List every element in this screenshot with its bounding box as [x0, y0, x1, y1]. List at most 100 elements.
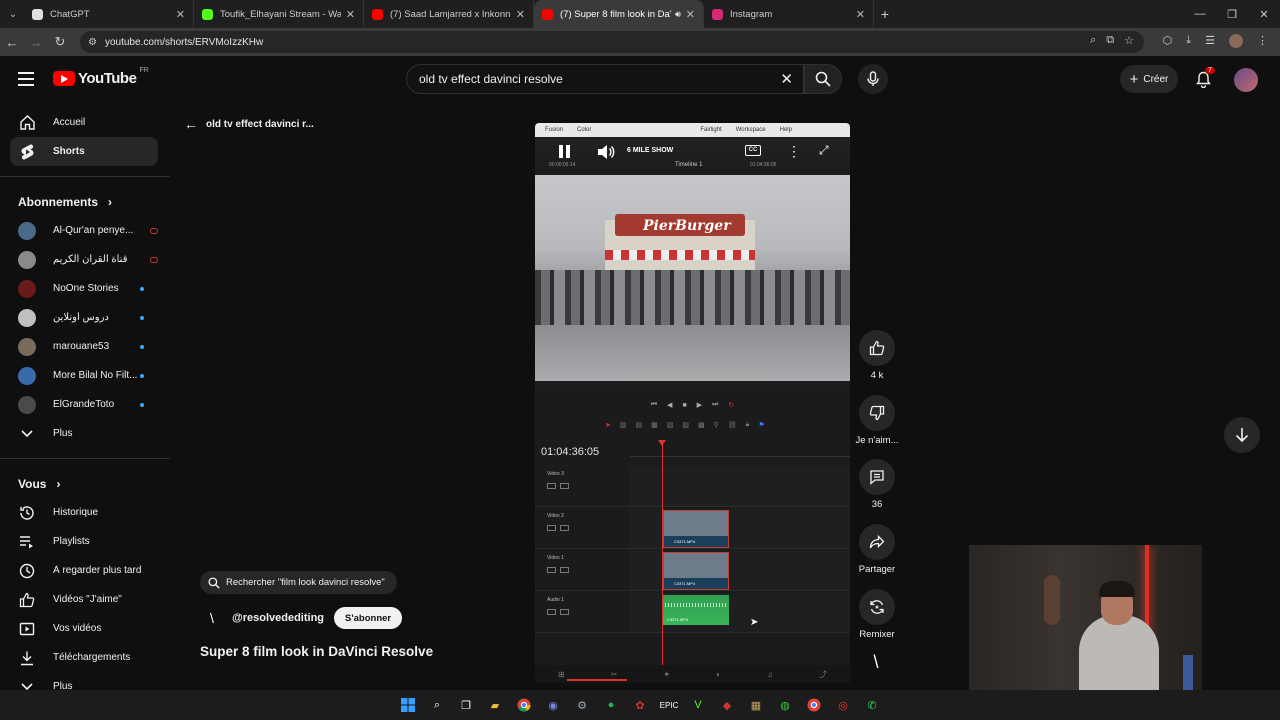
track-name: Video 1 — [547, 555, 564, 561]
back-to-search-button[interactable]: ← old tv effect davinci r... — [184, 116, 314, 132]
channel-avatar-small[interactable]: \ — [858, 652, 894, 680]
profile-avatar[interactable] — [1229, 34, 1243, 48]
reading-list-icon[interactable]: ☰ — [1205, 34, 1215, 48]
taskbar-search-icon[interactable]: ⌕ — [427, 695, 447, 715]
zoom-icon[interactable]: ⌕ — [1090, 34, 1096, 47]
sidebar-item-you-4[interactable]: Vos vidéos — [10, 614, 158, 643]
sidebar-item-sub-0[interactable]: Al-Qur'an penye... — [10, 216, 158, 245]
epic-games-icon[interactable]: EPIC — [659, 695, 679, 715]
track-name: Video 3 — [547, 471, 564, 477]
menu-icon[interactable] — [18, 72, 34, 90]
account-avatar[interactable] — [1234, 68, 1258, 92]
windows-start-icon[interactable] — [398, 695, 418, 715]
davinci-resolve-icon[interactable]: ✿ — [630, 695, 650, 715]
search-button[interactable] — [804, 64, 842, 94]
restore-icon[interactable]: ❐ — [1216, 8, 1248, 21]
tab-search-icon[interactable]: ⌄ — [6, 7, 20, 21]
minimize-icon[interactable]: — — [1184, 8, 1216, 20]
subscribe-button[interactable]: S'abonner — [334, 607, 403, 629]
discord-icon[interactable]: ◉ — [543, 695, 563, 715]
comments-button[interactable]: 36 — [850, 459, 904, 510]
sidebar-item-you-0[interactable]: Historique — [10, 498, 158, 527]
search-icon — [208, 576, 220, 589]
watch-later-icon — [18, 562, 36, 580]
share-button[interactable]: Partager — [850, 524, 904, 575]
extensions-icon[interactable]: ⬡ — [1163, 34, 1173, 48]
back-icon[interactable]: ← — [0, 35, 24, 50]
close-window-icon[interactable]: ✕ — [1248, 8, 1280, 21]
tab-audio-icon[interactable]: 🔊︎ — [675, 9, 681, 20]
browser-tab[interactable]: (7) Saad Lamjarred x Inkonnu x ✕ — [364, 0, 534, 28]
sidebar-more-subscriptions[interactable]: Plus — [10, 419, 158, 448]
subscriptions-heading[interactable]: Abonnements › — [0, 187, 170, 216]
browser-tab[interactable]: Toufik_Elhayani Stream - Watch ✕ — [194, 0, 364, 28]
task-view-icon[interactable]: ❐ — [456, 695, 476, 715]
video-title[interactable]: Super 8 film look in DaVinci Resolve — [200, 644, 433, 659]
new-tab-button[interactable]: + — [874, 6, 896, 22]
reload-icon[interactable]: ↻ — [48, 34, 72, 50]
sidebar-item-sub-6[interactable]: ElGrandeToto — [10, 390, 158, 419]
app-red-icon[interactable]: ◆ — [717, 695, 737, 715]
sidebar-item-label: دروس أونلاين — [53, 312, 109, 323]
sidebar-item-sub-2[interactable]: NoOne Stories — [10, 274, 158, 303]
app-notify-icon[interactable]: ◎ — [833, 695, 853, 715]
close-tab-icon[interactable]: ✕ — [516, 8, 525, 21]
clear-search-icon[interactable]: ✕ — [780, 70, 793, 88]
sidebar-item-sub-4[interactable]: marouane53 — [10, 332, 158, 361]
shorts-video-player[interactable]: Fusion Color Fairlight Workspace Help 6 … — [535, 123, 850, 683]
search-suggestion-chip[interactable]: Rechercher "film look davinci resolve" — [200, 571, 397, 594]
browser-tab[interactable]: (7) Super 8 film look in DaVi 🔊︎ ✕ — [534, 0, 704, 28]
app-green-icon[interactable]: ◍ — [775, 695, 795, 715]
app-image-icon[interactable]: ▦ — [746, 695, 766, 715]
dv-menu-item: Help — [779, 127, 792, 133]
sidebar-item-sub-3[interactable]: دروس أونلاين — [10, 303, 158, 332]
captions-icon[interactable]: CC — [745, 145, 761, 156]
channel-name[interactable]: @resolvedediting — [232, 612, 324, 624]
sidebar-item-you-5[interactable]: Téléchargements — [10, 643, 158, 672]
search-input[interactable]: old tv effect davinci resolve ✕ — [406, 64, 804, 94]
channel-avatar[interactable]: \ — [200, 606, 224, 630]
forward-icon[interactable]: → — [24, 35, 48, 50]
volume-icon[interactable] — [597, 144, 615, 160]
next-short-button[interactable] — [1224, 417, 1260, 453]
bookmark-star-icon[interactable]: ☆ — [1124, 34, 1134, 47]
sidebar-item-sub-1[interactable]: قناة القرآن الكريم — [10, 245, 158, 274]
sidebar-item-you-3[interactable]: Vidéos "J'aime" — [10, 585, 158, 614]
spotify-icon[interactable]: ● — [601, 695, 621, 715]
sidebar-item-sub-5[interactable]: More Bilal No Filt... — [10, 361, 158, 390]
create-button[interactable]: + Créer — [1120, 65, 1178, 93]
browser-tab[interactable]: ChatGPT ✕ — [24, 0, 194, 28]
more-options-icon[interactable]: ⋮ — [787, 143, 801, 160]
close-tab-icon[interactable]: ✕ — [176, 8, 185, 21]
sidebar-item-you-2[interactable]: À regarder plus tard — [10, 556, 158, 585]
fullscreen-icon[interactable]: ⤢ — [819, 143, 829, 158]
close-tab-icon[interactable]: ✕ — [856, 8, 865, 21]
sidebar-item-top-1[interactable]: Shorts — [10, 137, 158, 166]
close-tab-icon[interactable]: ✕ — [346, 8, 355, 21]
notifications-bell-icon[interactable] — [1196, 71, 1211, 93]
browser-menu-icon[interactable]: ⋮ — [1257, 34, 1268, 48]
steam-icon[interactable]: ⚙ — [572, 695, 592, 715]
pause-icon[interactable] — [559, 145, 571, 158]
close-tab-icon[interactable]: ✕ — [686, 8, 695, 21]
downloads-toolbar-icon[interactable]: ⤓ — [1186, 34, 1191, 48]
chrome-active-icon[interactable] — [804, 695, 824, 715]
site-info-icon[interactable]: ⚙ — [88, 37, 97, 48]
you-heading[interactable]: Vous › — [0, 469, 170, 498]
whatsapp-icon[interactable]: ✆ — [862, 695, 882, 715]
install-app-icon[interactable]: ⧉ — [1106, 34, 1114, 47]
valorant-icon[interactable]: V — [688, 695, 708, 715]
remix-button[interactable]: Remixer — [850, 589, 904, 640]
youtube-logo[interactable]: YouTube FR — [53, 67, 149, 87]
sidebar-item-you-1[interactable]: Playlists — [10, 527, 158, 556]
like-button[interactable]: 4 k — [850, 330, 904, 381]
dislike-button[interactable]: Je n'aim... — [850, 395, 904, 446]
browser-tab[interactable]: Instagram ✕ — [704, 0, 874, 28]
new-content-dot — [140, 402, 144, 407]
chrome-icon[interactable] — [514, 695, 534, 715]
sidebar-item-top-0[interactable]: Accueil — [10, 108, 158, 137]
url-bar[interactable]: ⚙ youtube.com/shorts/ERVMoIzzKHw ⌕ ⧉ ☆ — [80, 31, 1144, 53]
voice-search-button[interactable] — [858, 64, 888, 94]
live-indicator-icon — [150, 227, 158, 234]
file-explorer-icon[interactable]: ▰ — [485, 695, 505, 715]
